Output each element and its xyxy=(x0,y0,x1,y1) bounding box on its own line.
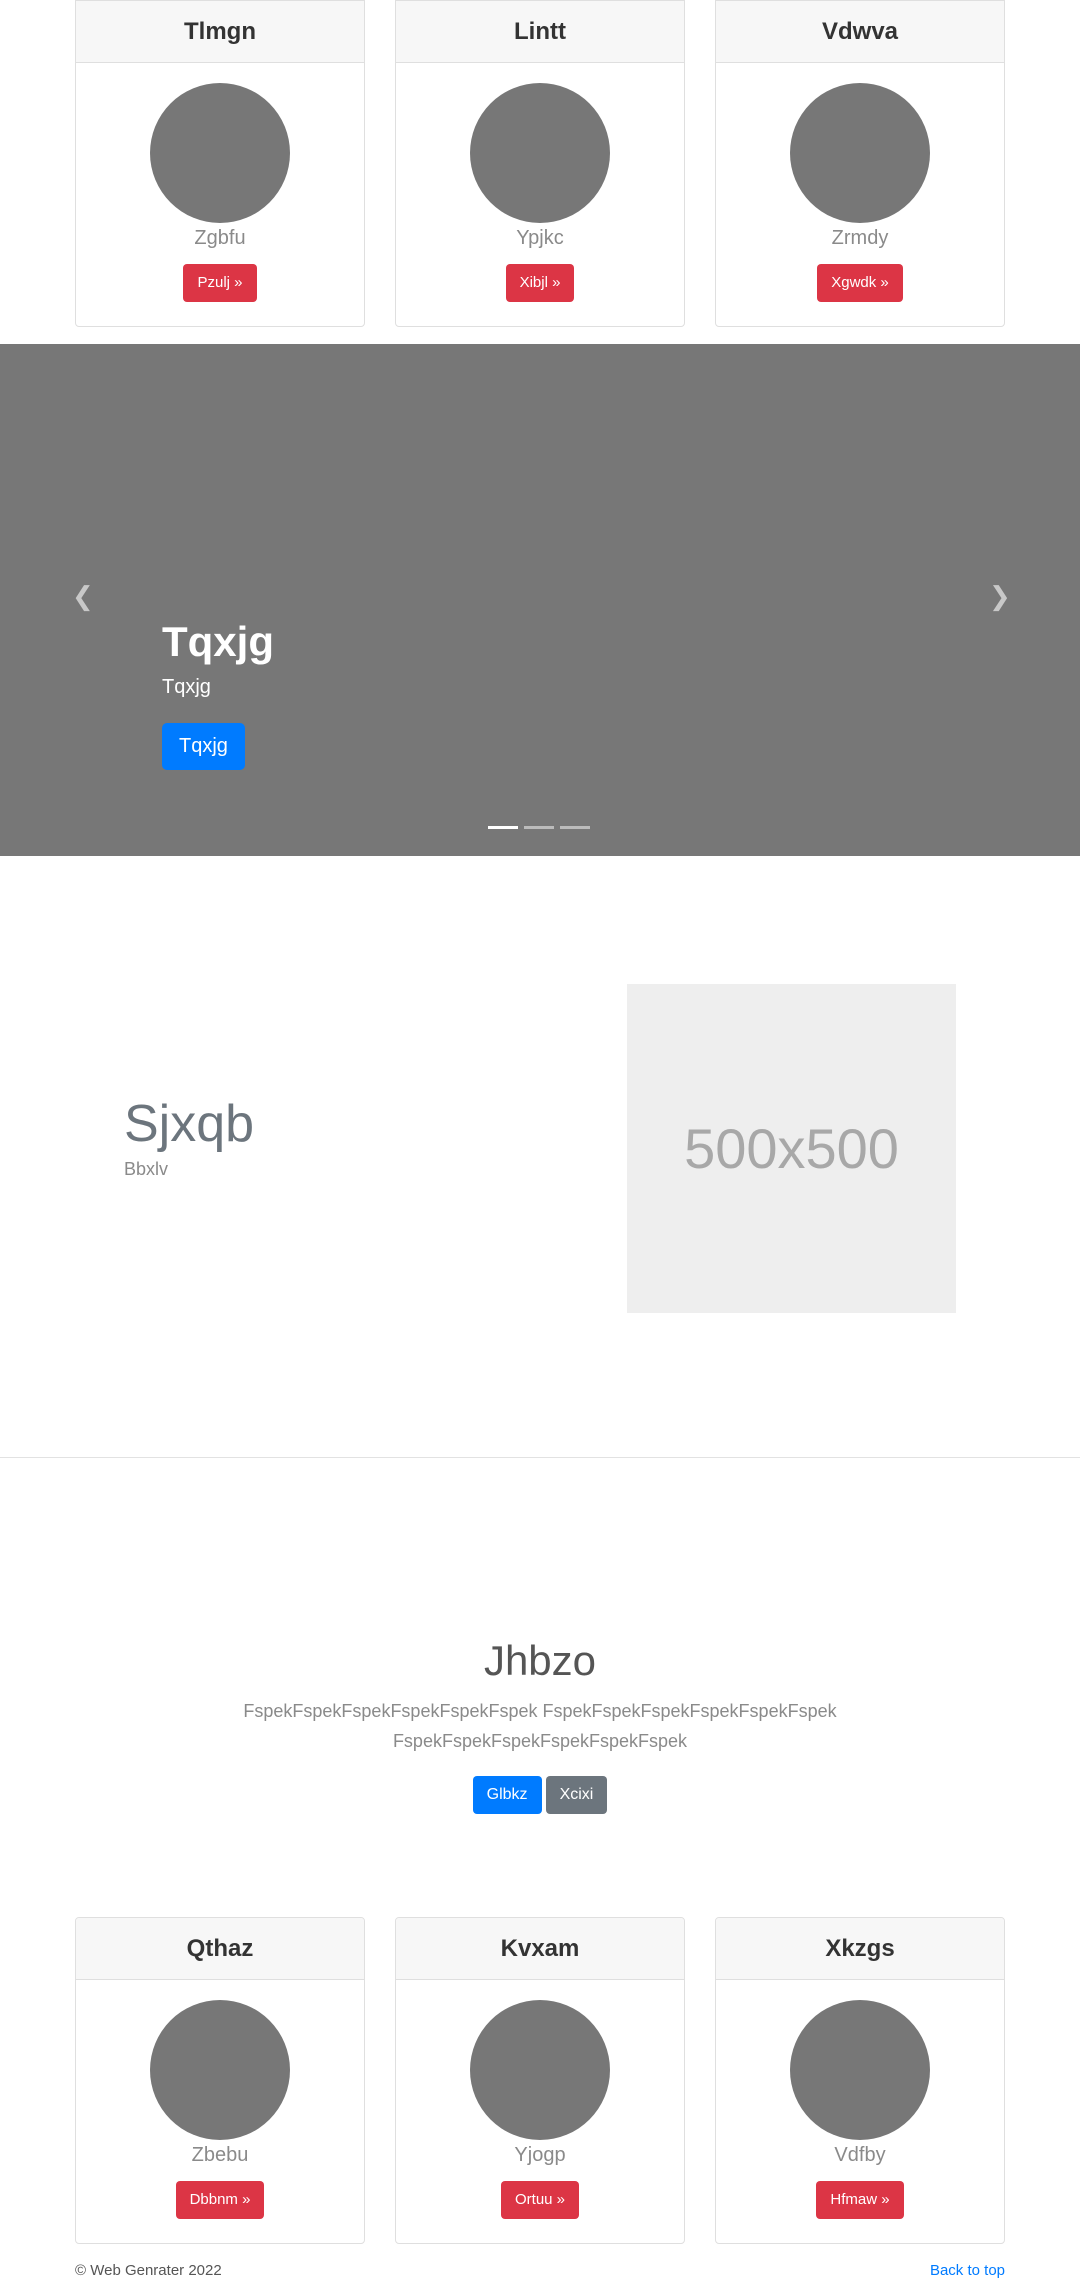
card-button[interactable]: Hfmaw » xyxy=(816,2181,904,2219)
card-button[interactable]: Ortuu » xyxy=(500,2181,580,2219)
hero-title: Jhbzo xyxy=(483,1637,597,1684)
feature-subtitle: Bbxlv xyxy=(124,1159,169,1179)
carousel-caption: Tqxjg Tqxjg Tqxjg xyxy=(162,618,274,770)
card-subtitle: Zgbfu xyxy=(194,227,246,249)
card-subtitle: Zrmdy xyxy=(831,227,889,249)
card-subtitle: Zbebu xyxy=(191,2144,249,2166)
carousel-indicator-2[interactable] xyxy=(524,826,554,829)
carousel-button[interactable]: Tqxjg xyxy=(162,723,245,770)
section-divider xyxy=(0,1457,1080,1458)
hero-text: FspekFspekFspekFspekFspekFspek FspekFspe… xyxy=(243,1701,837,1751)
hero-buttons: Glbkz Xcixi xyxy=(0,1776,1080,1814)
avatar xyxy=(790,2000,930,2140)
footer-copyright: © Web Genrater 2022 xyxy=(75,2262,222,2279)
card-6: Xkzgs Vdfby Hfmaw » xyxy=(715,1917,1005,2244)
hero-section: Jhbzo FspekFspekFspekFspekFspekFspek Fsp… xyxy=(0,1636,1080,1814)
card-button[interactable]: Pzulj » xyxy=(183,264,257,302)
card-title: Xkzgs xyxy=(716,1918,1004,1980)
card-3: Vdwva Zrmdy Xgwdk » xyxy=(715,0,1005,327)
chevron-left-icon[interactable]: ❮ xyxy=(72,584,94,610)
card-button[interactable]: Xgwdk » xyxy=(817,264,903,302)
chevron-right-icon[interactable]: ❯ xyxy=(989,584,1011,610)
card-title: Lintt xyxy=(396,1,684,63)
avatar xyxy=(470,2000,610,2140)
card-title: Tlmgn xyxy=(76,1,364,63)
primary-button[interactable]: Glbkz xyxy=(472,1776,542,1814)
bottom-cards-row: Qthaz Zbebu Dbbnm » Kvxam Yjogp Ortuu » … xyxy=(75,1917,1005,2244)
feature-section: Sjxqb Bbxlv 500x500 xyxy=(0,984,1080,1314)
card-button[interactable]: Dbbnm » xyxy=(175,2181,265,2219)
carousel-title: Tqxjg xyxy=(162,618,274,665)
carousel-indicator-3[interactable] xyxy=(560,826,590,829)
avatar xyxy=(790,83,930,223)
card-subtitle: Vdfby xyxy=(834,2144,886,2166)
card-title: Qthaz xyxy=(76,1918,364,1980)
carousel: ❮ ❯ Tqxjg Tqxjg Tqxjg xyxy=(0,344,1080,856)
carousel-indicators xyxy=(488,826,590,829)
card-title: Vdwva xyxy=(716,1,1004,63)
card-button[interactable]: Xibjl » xyxy=(505,264,575,302)
top-cards-row: Tlmgn Zgbfu Pzulj » Lintt Ypjkc Xibjl » … xyxy=(75,0,1005,327)
carousel-indicator-1[interactable] xyxy=(488,826,518,829)
card-title: Kvxam xyxy=(396,1918,684,1980)
footer: © Web Genrater 2022 Back to top xyxy=(75,2262,1005,2279)
carousel-text: Tqxjg xyxy=(162,676,211,698)
placeholder-image: 500x500 xyxy=(627,984,956,1313)
card-subtitle: Yjogp xyxy=(514,2144,566,2166)
card-subtitle: Ypjkc xyxy=(516,227,564,249)
card-5: Kvxam Yjogp Ortuu » xyxy=(395,1917,685,2244)
avatar xyxy=(150,2000,290,2140)
card-1: Tlmgn Zgbfu Pzulj » xyxy=(75,0,365,327)
feature-title: Sjxqb xyxy=(124,1095,255,1153)
secondary-button[interactable]: Xcixi xyxy=(545,1776,608,1814)
avatar xyxy=(150,83,290,223)
card-2: Lintt Ypjkc Xibjl » xyxy=(395,0,685,327)
avatar xyxy=(470,83,610,223)
back-to-top-link[interactable]: Back to top xyxy=(930,2262,1005,2279)
card-4: Qthaz Zbebu Dbbnm » xyxy=(75,1917,365,2244)
